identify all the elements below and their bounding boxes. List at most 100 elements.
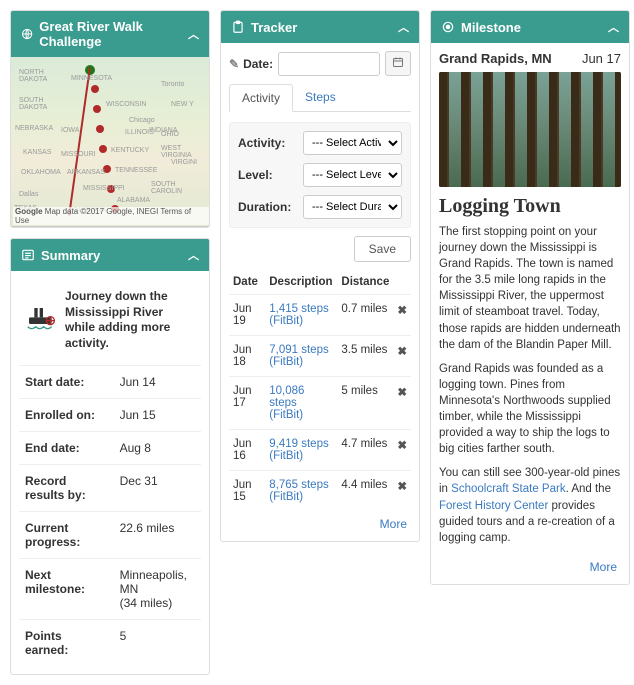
cell-distance: 4.7 miles <box>337 430 393 471</box>
table-row: Next milestone:Minneapolis, MN(34 miles) <box>19 559 201 620</box>
milestone-title: Milestone <box>461 20 521 35</box>
cell-distance: 3.5 miles <box>337 336 393 377</box>
cell-date: Jun 15 <box>229 471 265 512</box>
steps-source: (FitBit) <box>269 409 333 421</box>
tracker-title: Tracker <box>251 20 297 35</box>
summary-label: Record results by: <box>19 465 114 512</box>
steps-source: (FitBit) <box>269 356 333 368</box>
table-row: Jun 1710,086 steps(FitBit)5 miles✖ <box>229 377 411 430</box>
delete-row-button[interactable]: ✖ <box>393 336 411 377</box>
table-row: Jun 187,091 steps(FitBit)3.5 miles✖ <box>229 336 411 377</box>
tracker-table: Date Description Distance Jun 191,415 st… <box>229 270 411 511</box>
collapse-icon[interactable]: ︿ <box>188 247 199 263</box>
steps-link[interactable]: 10,086 steps <box>269 385 304 409</box>
map-google: Google <box>15 207 43 216</box>
steps-link[interactable]: 7,091 steps <box>269 344 328 356</box>
steps-source: (FitBit) <box>269 450 333 462</box>
steamboat-icon <box>25 304 57 336</box>
challenge-title: Great River Walk Challenge <box>39 19 188 49</box>
summary-value: 22.6 miles <box>114 512 201 559</box>
table-row: Jun 16 9,419 steps(FitBit) 4.7 miles✖ <box>229 430 411 471</box>
col-distance: Distance <box>337 270 393 295</box>
delete-row-button[interactable]: ✖ <box>393 295 411 336</box>
cell-date: Jun 17 <box>229 377 265 430</box>
level-select[interactable]: --- Select Level --- <box>303 163 402 187</box>
collapse-icon[interactable]: ︿ <box>608 19 619 35</box>
duration-label: Duration: <box>238 200 298 214</box>
globe-icon <box>21 27 33 41</box>
date-input[interactable] <box>278 52 380 76</box>
cell-distance: 0.7 miles <box>337 295 393 336</box>
date-label: ✎Date: <box>229 57 273 71</box>
table-row: Record results by:Dec 31 <box>19 465 201 512</box>
summary-label: Points earned: <box>19 620 114 667</box>
challenge-map[interactable]: NORTHDAKOTA SOUTHDAKOTA MINNESOTA WISCON… <box>11 57 209 227</box>
summary-label: Next milestone: <box>19 559 114 620</box>
cell-description: 1,415 steps(FitBit) <box>265 295 337 336</box>
summary-value: 5 <box>114 620 201 667</box>
table-row: Jun 191,415 steps(FitBit)0.7 miles✖ <box>229 295 411 336</box>
milestone-location: Grand Rapids, MN <box>439 51 552 66</box>
summary-value: Jun 14 <box>114 366 201 399</box>
steps-link[interactable]: 1,415 steps <box>269 303 328 315</box>
tracker-header: Tracker ︿ <box>221 11 419 43</box>
activity-select[interactable]: --- Select Activity --- <box>303 131 402 155</box>
milestone-panel: Milestone ︿ Grand Rapids, MN Jun 17 Logg… <box>430 10 630 585</box>
level-label: Level: <box>238 168 298 182</box>
activity-form: Activity: --- Select Activity --- Level:… <box>229 122 411 228</box>
calendar-icon <box>392 56 404 68</box>
summary-title: Summary <box>41 248 100 263</box>
save-button[interactable]: Save <box>354 236 411 262</box>
milestone-text: The first stopping point on your journey… <box>439 224 621 546</box>
milestone-header: Milestone ︿ <box>431 11 629 43</box>
steps-link[interactable]: 9,419 steps <box>269 438 328 450</box>
link-forest-history[interactable]: Forest History Center <box>439 500 548 512</box>
pencil-icon: ✎ <box>229 57 239 71</box>
steps-link[interactable]: 8,765 steps <box>269 479 328 491</box>
challenge-header: Great River Walk Challenge ︿ <box>11 11 209 57</box>
table-row: Jun 158,765 steps(FitBit)4.4 miles✖ <box>229 471 411 512</box>
milestone-heading: Logging Town <box>439 195 621 218</box>
target-icon <box>441 20 455 34</box>
link-schoolcraft[interactable]: Schoolcraft State Park <box>451 483 565 495</box>
steps-source: (FitBit) <box>269 491 333 503</box>
delete-row-button[interactable]: ✖ <box>393 430 411 471</box>
summary-panel: Summary ︿ Journey down the Mississippi R… <box>10 238 210 675</box>
summary-message: Journey down the Mississippi River while… <box>65 289 195 351</box>
collapse-icon[interactable]: ︿ <box>188 26 199 42</box>
delete-row-button[interactable]: ✖ <box>393 377 411 430</box>
summary-table: Start date:Jun 14Enrolled on:Jun 15End d… <box>19 365 201 666</box>
tracker-panel: Tracker ︿ ✎Date: Activity Steps <box>220 10 420 542</box>
calendar-button[interactable] <box>385 51 411 76</box>
tracker-tabs: Activity Steps <box>229 84 411 112</box>
tracker-more-link[interactable]: More <box>229 511 411 533</box>
milestone-image <box>439 72 621 187</box>
cell-description: 7,091 steps(FitBit) <box>265 336 337 377</box>
cell-distance: 5 miles <box>337 377 393 430</box>
tab-steps[interactable]: Steps <box>293 84 348 111</box>
milestone-date: Jun 17 <box>582 51 621 66</box>
table-row: Points earned:5 <box>19 620 201 667</box>
table-row: Current progress:22.6 miles <box>19 512 201 559</box>
cell-distance: 4.4 miles <box>337 471 393 512</box>
cell-date: Jun 18 <box>229 336 265 377</box>
delete-row-button[interactable]: ✖ <box>393 471 411 512</box>
duration-select[interactable]: --- Select Duration --- <box>303 195 402 219</box>
cell-date: Jun 16 <box>229 430 265 471</box>
summary-value: Aug 8 <box>114 432 201 465</box>
table-row: Enrolled on:Jun 15 <box>19 399 201 432</box>
cell-date: Jun 19 <box>229 295 265 336</box>
cell-description: 8,765 steps(FitBit) <box>265 471 337 512</box>
summary-header: Summary ︿ <box>11 239 209 271</box>
clipboard-icon <box>231 20 245 34</box>
challenge-panel: Great River Walk Challenge ︿ NORTHDAKOTA… <box>10 10 210 228</box>
summary-value: Dec 31 <box>114 465 201 512</box>
summary-label: End date: <box>19 432 114 465</box>
milestone-more-link[interactable]: More <box>439 554 621 576</box>
col-date: Date <box>229 270 265 295</box>
col-description: Description <box>265 270 337 295</box>
summary-value: Minneapolis, MN(34 miles) <box>114 559 201 620</box>
tab-activity[interactable]: Activity <box>229 84 293 112</box>
cell-description: 10,086 steps(FitBit) <box>265 377 337 430</box>
collapse-icon[interactable]: ︿ <box>398 19 409 35</box>
